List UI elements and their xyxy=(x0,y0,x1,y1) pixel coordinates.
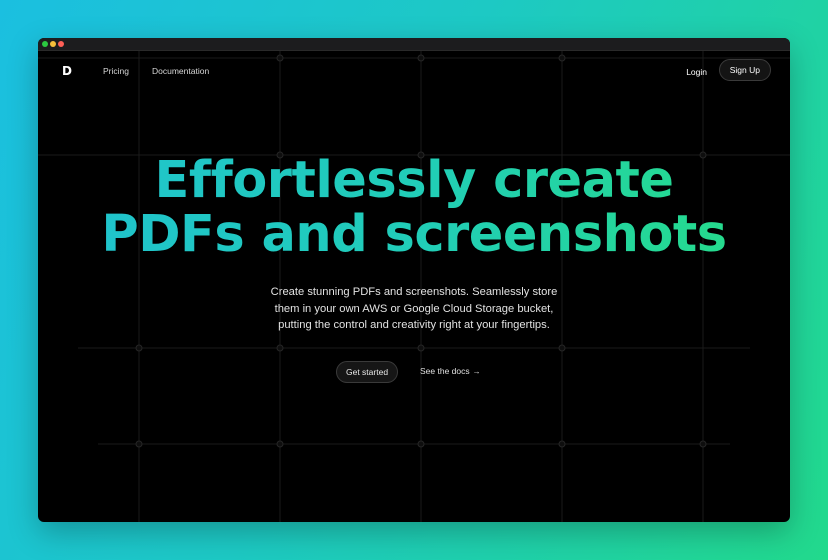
login-link[interactable]: Login xyxy=(686,67,707,77)
see-docs-label: See the docs xyxy=(420,366,470,376)
see-docs-link[interactable]: See the docs → xyxy=(420,361,481,381)
get-started-button[interactable]: Get started xyxy=(336,361,399,383)
browser-window: D Pricing Documentation Login Sign Up Ef… xyxy=(38,38,790,522)
hero-title-line-1: Effortlessly create xyxy=(154,151,674,210)
window-dot-green-icon[interactable] xyxy=(42,41,48,47)
hero-subtitle: Create stunning PDFs and screenshots. Se… xyxy=(234,284,594,334)
nav-link-documentation[interactable]: Documentation xyxy=(152,66,209,76)
hero-subtitle-line-3: putting the control and creativity right… xyxy=(278,319,550,331)
hero-title-line-2: PDFs and screenshots xyxy=(101,205,727,264)
logo[interactable]: D xyxy=(62,64,72,78)
window-titlebar xyxy=(38,38,790,51)
nav-link-pricing[interactable]: Pricing xyxy=(103,66,129,76)
hero-subtitle-line-2: them in your own AWS or Google Cloud Sto… xyxy=(274,302,554,315)
top-nav: D Pricing Documentation Login Sign Up xyxy=(38,51,790,91)
arrow-right-icon: → xyxy=(472,367,481,376)
sign-up-button[interactable]: Sign Up xyxy=(718,59,771,81)
window-dot-yellow-icon[interactable] xyxy=(50,41,56,47)
hero-title: Effortlessly create PDFs and screenshots xyxy=(38,154,790,262)
hero-subtitle-line-1: Create stunning PDFs and screenshots. Se… xyxy=(270,286,558,298)
window-dot-red-icon[interactable] xyxy=(58,41,64,47)
